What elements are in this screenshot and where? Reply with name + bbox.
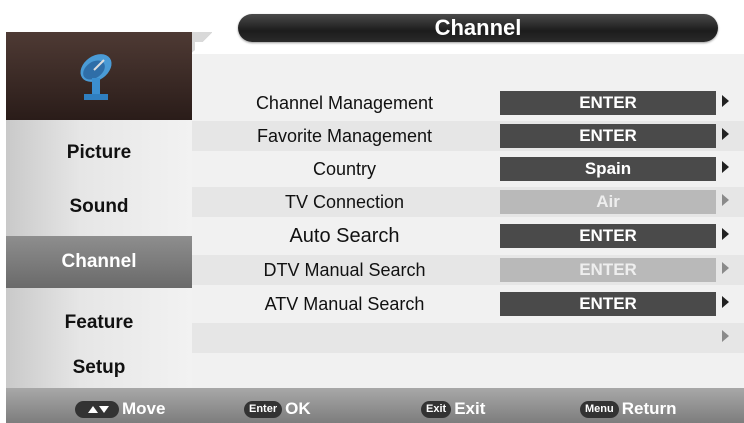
sidebar-item-feature[interactable]: Feature — [6, 308, 192, 338]
chevron-right-icon — [722, 262, 729, 274]
page-title: Channel — [238, 14, 718, 42]
chevron-right-icon — [722, 161, 729, 173]
exit-key-icon: Exit — [421, 400, 452, 418]
row-value: Air — [500, 190, 716, 214]
row-value[interactable]: Spain — [500, 157, 716, 181]
hint-return-label: Return — [621, 399, 677, 418]
satellite-dish-icon — [80, 54, 112, 100]
row-label: TV Connection — [284, 192, 405, 212]
menu-row-atv-manual-search[interactable]: ATV Manual Search ENTER — [192, 289, 744, 319]
menu-row-channel-management[interactable]: Channel Management ENTER — [192, 88, 744, 118]
header-gap — [195, 42, 744, 54]
up-down-keys-icon — [75, 400, 119, 418]
hint-exit: Exit Exit — [421, 398, 485, 420]
row-label: Channel Management — [255, 93, 434, 113]
chevron-right-icon — [722, 128, 729, 140]
row-label: ATV Manual Search — [264, 294, 425, 314]
chevron-right-icon — [722, 228, 729, 240]
sidebar-item-setup[interactable]: Setup — [6, 353, 192, 383]
row-value[interactable]: ENTER — [500, 124, 716, 148]
row-value[interactable]: ENTER — [500, 91, 716, 115]
menu-row-favorite-management[interactable]: Favorite Management ENTER — [192, 121, 744, 151]
hint-move-label: Move — [122, 399, 166, 418]
enter-key-icon: Enter — [244, 400, 283, 418]
row-label: DTV Manual Search — [263, 260, 426, 280]
menu-row-empty — [192, 323, 744, 353]
menu-row-auto-search[interactable]: Auto Search ENTER — [192, 221, 744, 251]
chevron-right-icon — [722, 296, 729, 308]
menu-row-tv-connection: TV Connection Air — [192, 187, 744, 217]
hint-return: Menu Return — [580, 398, 677, 420]
row-value[interactable]: ENTER — [500, 224, 716, 248]
hint-exit-label: Exit — [454, 399, 486, 418]
hint-ok: Enter OK — [244, 398, 311, 420]
hint-ok-label: OK — [285, 399, 311, 418]
hint-move: Move — [75, 398, 165, 420]
menu-row-dtv-manual-search: DTV Manual Search ENTER — [192, 255, 744, 285]
row-value: ENTER — [500, 258, 716, 282]
row-value[interactable]: ENTER — [500, 292, 716, 316]
row-label: Country — [312, 159, 377, 179]
row-label: Auto Search — [289, 225, 400, 247]
sidebar-item-picture[interactable]: Picture — [6, 138, 192, 168]
menu-key-icon: Menu — [580, 400, 619, 418]
chevron-right-icon — [722, 194, 729, 206]
sidebar-item-channel[interactable]: Channel — [6, 236, 192, 288]
row-label: Favorite Management — [256, 126, 433, 146]
sidebar-item-sound[interactable]: Sound — [6, 192, 192, 222]
menu-row-country[interactable]: Country Spain — [192, 154, 744, 184]
chevron-right-icon — [722, 95, 729, 107]
chevron-right-icon — [722, 330, 729, 342]
